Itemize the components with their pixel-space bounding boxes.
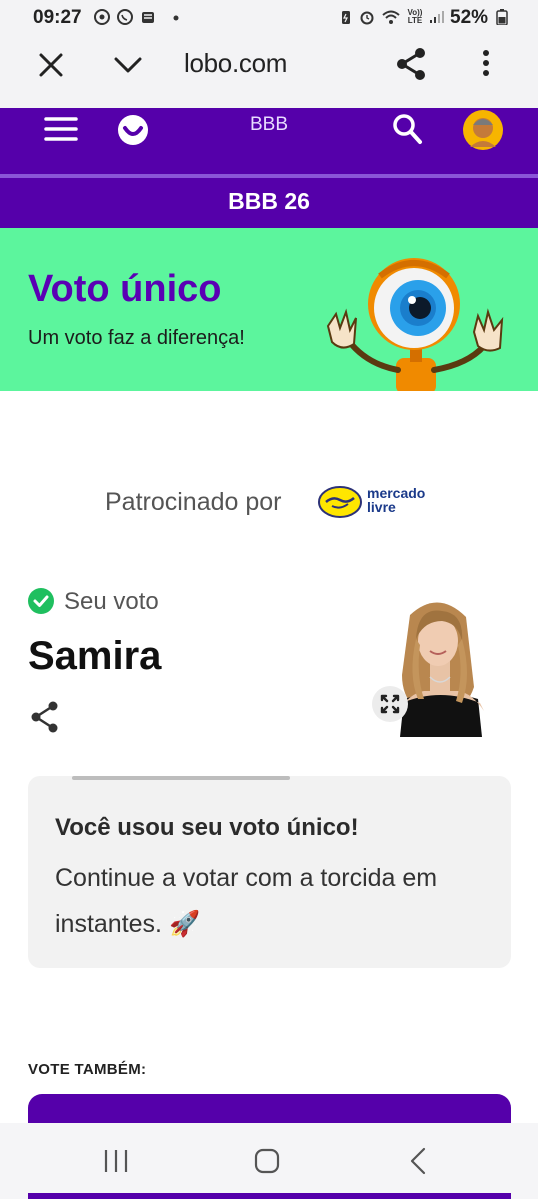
expand-photo-icon[interactable]	[372, 686, 408, 722]
sponsor-label: Patrocinado por	[105, 488, 282, 516]
banner-subtitle: Um voto faz a diferença!	[28, 327, 245, 349]
logo-line-1: mercado	[367, 485, 426, 501]
back-icon[interactable]	[408, 1147, 428, 1175]
voted-participant-name: Samira	[28, 634, 162, 678]
alarm-icon	[359, 9, 375, 25]
whatsapp-icon	[117, 9, 133, 25]
more-vertical-icon[interactable]	[476, 48, 496, 80]
vote-used-message: Continue a votar com a torcida em instan…	[55, 864, 438, 938]
vote-used-card: Você usou seu voto único! Continue a vot…	[28, 776, 511, 968]
browser-toolbar: lobo.com	[0, 36, 538, 108]
avatar-icon[interactable]	[462, 109, 504, 151]
vote-used-title: Você usou seu voto único!	[55, 814, 359, 841]
logo-line-2: livre	[367, 499, 396, 515]
search-icon[interactable]	[391, 112, 423, 146]
volte-icon: Vo)) LTE	[407, 8, 423, 25]
battery-icon	[494, 9, 510, 26]
underlying-card-edge	[28, 1193, 511, 1199]
home-icon[interactable]	[254, 1148, 280, 1174]
battery-percent: 52%	[450, 7, 489, 28]
chevron-down-icon[interactable]	[112, 50, 144, 80]
wifi-icon	[381, 9, 401, 25]
check-circle-icon	[28, 588, 54, 614]
share-vote-icon[interactable]	[30, 700, 60, 734]
url-field[interactable]: lobo.com	[184, 48, 287, 79]
system-nav-bar	[0, 1123, 538, 1199]
site-header: BBB	[0, 108, 538, 174]
mercado-livre-logo-text: mercado livre	[367, 486, 425, 514]
dot-icon	[168, 9, 184, 25]
share-icon[interactable]	[394, 46, 428, 82]
section-bar: BBB 26	[0, 178, 538, 228]
card-progress-line	[72, 776, 290, 780]
vote-label: Seu voto	[64, 588, 159, 615]
site-title: BBB	[249, 114, 289, 135]
banner-title: Voto único	[28, 268, 222, 310]
voto-unico-banner: Voto único Um voto faz a diferença!	[0, 228, 538, 391]
section-title[interactable]: BBB 26	[0, 178, 538, 224]
status-bar: 09:27 Vo)) LTE 52%	[0, 0, 538, 36]
recent-apps-icon[interactable]	[102, 1148, 130, 1174]
battery-saver-icon	[338, 9, 354, 25]
close-icon[interactable]	[36, 50, 66, 80]
notification-icon	[140, 9, 156, 25]
big-brother-eye-mascot-icon	[308, 254, 514, 391]
vote-also-label: VOTE TAMBÉM:	[28, 1061, 147, 1078]
mercado-livre-logo[interactable]: mercado livre	[318, 482, 443, 522]
signal-icon	[428, 9, 444, 25]
chrome-icon	[94, 9, 110, 25]
status-time: 09:27	[33, 7, 82, 28]
